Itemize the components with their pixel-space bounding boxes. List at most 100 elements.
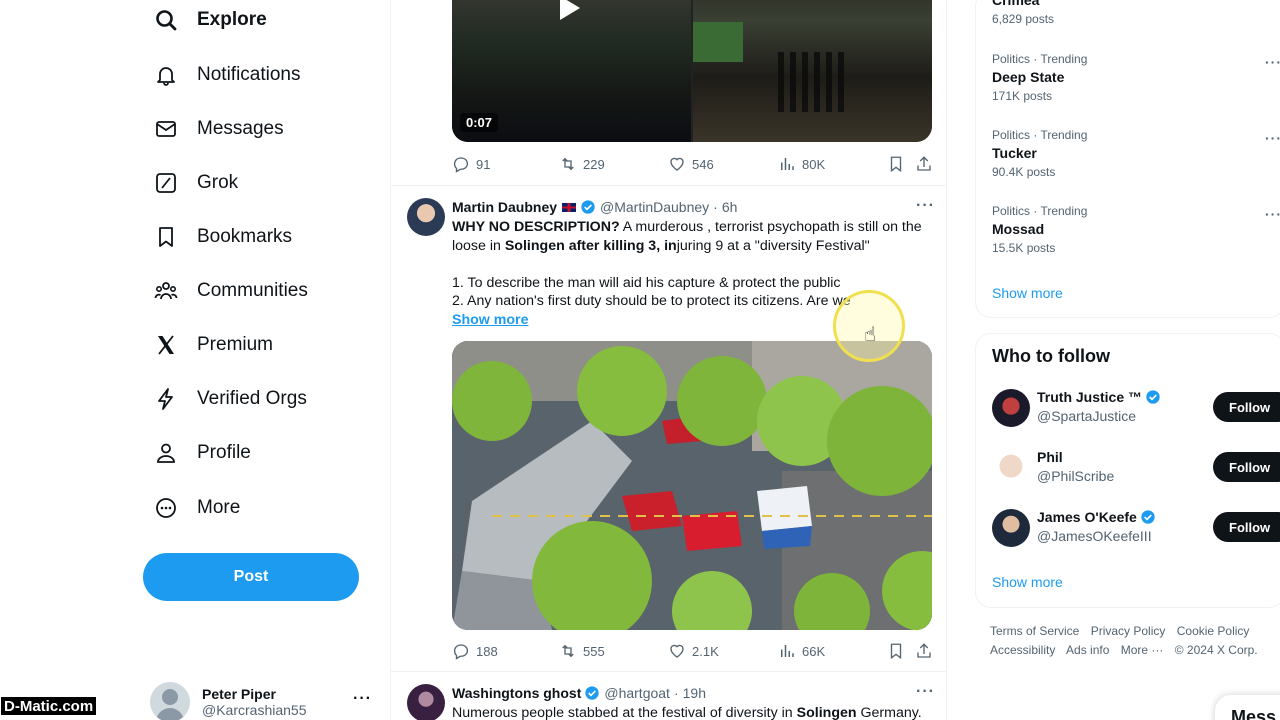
repost-icon (562, 644, 574, 658)
share-button[interactable] (915, 155, 939, 173)
author-handle[interactable]: @hartgoat (604, 685, 670, 701)
more-dots-icon[interactable]: ··· (1265, 206, 1280, 222)
divider (391, 185, 946, 186)
trend-count: 90.4K posts (992, 165, 1056, 179)
tweet-text-span: Germany. (856, 705, 922, 720)
views-icon (781, 158, 794, 170)
like-button[interactable]: 546 (668, 155, 714, 173)
nav-messages[interactable]: Messages (148, 109, 284, 149)
more-dots-icon[interactable]: ··· (1265, 130, 1280, 146)
trend-item[interactable]: Crimea 6,829 posts (992, 0, 1272, 26)
footer-link[interactable]: Accessibility (990, 643, 1055, 657)
footer-link[interactable]: Cookie Policy (1177, 624, 1250, 638)
tweet-time[interactable]: 19h (683, 685, 706, 701)
like-button[interactable]: 2.1K (668, 642, 719, 660)
avatar[interactable] (407, 684, 445, 720)
account-switcher[interactable]: Peter Piper @Karcrashian55 ··· (150, 680, 380, 720)
trend-item[interactable]: Politics · Trending Deep State 171K post… (992, 52, 1280, 103)
watermark: D-Matic.com (0, 696, 98, 716)
footer-link[interactable]: Privacy Policy (1091, 624, 1166, 638)
trend-category: Politics · Trending (992, 128, 1088, 142)
follow-button[interactable]: Follow (1213, 512, 1280, 542)
trends-show-more[interactable]: Show more (992, 285, 1063, 301)
views-count: 80K (802, 156, 826, 172)
avatar (150, 682, 190, 720)
left-nav: Explore Notifications Messages Grok Book… (0, 0, 390, 720)
views-button[interactable]: 80K (778, 155, 825, 173)
video-media[interactable]: 0:07 (452, 0, 932, 142)
more-dots-icon[interactable]: ··· (353, 690, 372, 708)
nav-more[interactable]: More (148, 488, 240, 528)
avatar[interactable] (992, 449, 1030, 487)
more-dots-icon[interactable]: ··· (1265, 54, 1280, 70)
reply-button[interactable]: 188 (452, 642, 498, 660)
show-more-link[interactable]: Show more (452, 312, 528, 328)
trend-item[interactable]: Politics · Trending Mossad 15.5K posts ·… (992, 204, 1280, 255)
right-sidebar: Crimea 6,829 posts Politics · Trending D… (975, 0, 1280, 720)
image-thumbnail[interactable] (693, 0, 932, 142)
post-button[interactable]: Post (143, 553, 359, 601)
follow-button[interactable]: Follow (1213, 392, 1280, 422)
follow-button[interactable]: Follow (1213, 452, 1280, 482)
trend-item[interactable]: Politics · Trending Tucker 90.4K posts ·… (992, 128, 1280, 179)
tweet-text-bold: Solingen after killing 3, in (504, 237, 677, 254)
video-duration: 0:07 (460, 113, 499, 132)
uk-flag-icon (561, 201, 578, 213)
nav-communities[interactable]: Communities (148, 271, 308, 311)
nav-premium[interactable]: Premium (148, 325, 273, 365)
nav-grok[interactable]: Grok (148, 163, 238, 203)
avatar[interactable] (407, 198, 445, 236)
follow-suggestion[interactable]: James O'Keefe @JamesOKeefeIII Follow (992, 509, 1280, 549)
messages-drawer[interactable]: Mess (1215, 695, 1280, 720)
nav-verified-orgs[interactable]: Verified Orgs (148, 379, 307, 419)
play-icon[interactable] (560, 0, 580, 20)
views-button[interactable]: 66K (778, 642, 825, 660)
follow-suggestion[interactable]: Truth Justice ™ @SpartaJustice Follow (992, 389, 1280, 429)
nav-label: Bookmarks (197, 226, 293, 247)
follow-suggestion[interactable]: Phil @PhilScribe Follow (992, 449, 1280, 489)
nav-bookmarks[interactable]: Bookmarks (148, 217, 292, 257)
tweet-actions: 188 555 2.1K 66K (452, 641, 932, 661)
follow-show-more[interactable]: Show more (992, 574, 1063, 590)
lightning-icon (148, 381, 184, 417)
person-icon (148, 435, 184, 471)
verified-badge-icon (1141, 510, 1155, 524)
tweet-text-line: 2. Any nation's first duty should be to … (452, 293, 851, 309)
repost-icon (562, 157, 574, 171)
like-count: 2.1K (692, 643, 719, 659)
trend-category: Politics · Trending (992, 52, 1088, 66)
author-handle[interactable]: @MartinDaubney (600, 199, 709, 215)
tweet-actions: 91 229 546 80K (452, 154, 932, 174)
footer-link[interactable]: Terms of Service (990, 624, 1079, 638)
tweet-header: Martin Daubney @MartinDaubney · 6h (452, 197, 737, 217)
video-thumbnail[interactable]: 0:07 (452, 0, 691, 142)
bookmark-button[interactable] (887, 155, 911, 173)
avatar[interactable] (992, 509, 1030, 547)
people-shape (778, 52, 848, 112)
separator: · (673, 685, 679, 701)
reply-icon (453, 157, 469, 173)
bookmark-button[interactable] (887, 642, 911, 660)
bookmark-icon (890, 643, 902, 660)
nav-explore[interactable]: Explore (148, 0, 267, 40)
nav-profile[interactable]: Profile (148, 433, 251, 473)
footer-link[interactable]: Ads info (1066, 643, 1109, 657)
author-name[interactable]: Washingtons ghost (452, 685, 581, 701)
tweet-more-icon[interactable]: ··· (916, 197, 935, 215)
share-button[interactable] (915, 642, 939, 660)
tweet-more-icon[interactable]: ··· (916, 683, 935, 701)
reply-count: 188 (476, 643, 498, 659)
nav-label: Verified Orgs (197, 388, 307, 409)
bookmark-icon (148, 219, 184, 255)
avatar[interactable] (992, 389, 1030, 427)
reply-button[interactable]: 91 (452, 155, 490, 173)
suggestion-name: James O'Keefe (1037, 509, 1156, 525)
nav-notifications[interactable]: Notifications (148, 55, 301, 95)
footer-link[interactable]: More ··· (1121, 643, 1164, 657)
tweet-image[interactable] (452, 341, 932, 630)
views-icon (781, 645, 794, 657)
repost-button[interactable]: 555 (559, 642, 605, 660)
tweet-time[interactable]: 6h (722, 199, 738, 215)
repost-button[interactable]: 229 (559, 155, 605, 173)
author-name[interactable]: Martin Daubney (452, 199, 557, 215)
